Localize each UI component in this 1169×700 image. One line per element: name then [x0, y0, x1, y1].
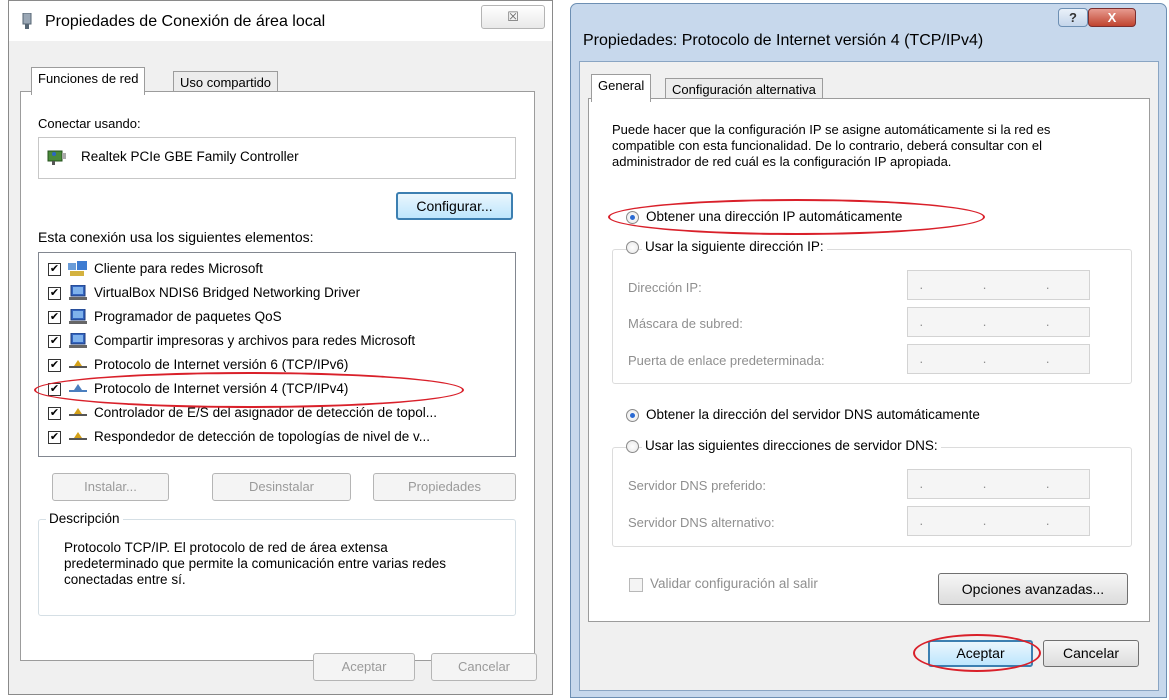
item-checkbox[interactable]: ✔	[48, 431, 61, 444]
list-item[interactable]: ✔ VirtualBox NDIS6 Bridged Networking Dr…	[39, 282, 515, 304]
list-item[interactable]: ✔ Compartir impresoras y archivos para r…	[39, 330, 515, 352]
list-item[interactable]: ✔ Cliente para redes Microsoft	[39, 258, 515, 280]
connect-using-label: Conectar usando:	[38, 116, 141, 131]
cancel-button[interactable]: Cancelar	[1043, 640, 1139, 667]
protocol-icon	[68, 357, 90, 373]
protocol-icon	[68, 381, 90, 397]
validate-label: Validar configuración al salir	[650, 576, 818, 591]
components-list: ✔ Cliente para redes Microsoft ✔ Virtual…	[38, 252, 516, 457]
item-checkbox[interactable]: ✔	[48, 407, 61, 420]
protocol-icon	[68, 405, 90, 421]
alternate-dns-label: Servidor DNS alternativo:	[628, 515, 775, 530]
manual-dns-radio[interactable]	[626, 440, 639, 453]
intro-text: Puede hacer que la configuración IP se a…	[612, 122, 1051, 169]
adapter-box: Realtek PCIe GBE Family Controller	[38, 137, 516, 179]
ok-button[interactable]: Aceptar	[313, 653, 415, 681]
item-label: VirtualBox NDIS6 Bridged Networking Driv…	[94, 285, 361, 300]
item-label: Respondedor de detección de topologías d…	[94, 429, 430, 444]
auto-dns-label[interactable]: Obtener la dirección del servidor DNS au…	[646, 407, 980, 422]
list-item[interactable]: ✔ Respondedor de detección de topologías…	[39, 426, 515, 448]
service-icon	[68, 308, 90, 325]
uninstall-button[interactable]: Desinstalar	[212, 473, 351, 501]
elements-label: Esta conexión usa los siguientes element…	[38, 229, 314, 245]
gateway-value: . . .	[919, 351, 1078, 366]
item-label: Programador de paquetes QoS	[94, 309, 282, 324]
preferred-dns-input[interactable]: . . .	[907, 469, 1090, 499]
subnet-mask-value: . . .	[919, 314, 1078, 329]
manual-ip-radio[interactable]	[626, 241, 639, 254]
item-checkbox[interactable]: ✔	[48, 263, 61, 276]
tab-general[interactable]: General	[591, 74, 652, 102]
protocol-icon	[68, 429, 90, 445]
adapter-name: Realtek PCIe GBE Family Controller	[81, 149, 299, 164]
ip-address-label: Dirección IP:	[628, 280, 702, 295]
help-button[interactable]: ?	[1058, 8, 1088, 27]
subnet-mask-input[interactable]: . . .	[907, 307, 1090, 337]
list-item[interactable]: ✔ Protocolo de Internet versión 4 (TCP/I…	[39, 378, 515, 400]
gateway-input[interactable]: . . .	[907, 344, 1090, 374]
gateway-label: Puerta de enlace predeterminada:	[628, 353, 825, 368]
subnet-mask-label: Máscara de subred:	[628, 316, 743, 331]
preferred-dns-value: . . .	[919, 476, 1078, 491]
item-label: Compartir impresoras y archivos para red…	[94, 333, 416, 348]
item-checkbox[interactable]: ✔	[48, 359, 61, 372]
item-checkbox[interactable]: ✔	[48, 335, 61, 348]
item-label: Cliente para redes Microsoft	[94, 261, 263, 276]
item-checkbox[interactable]: ✔	[48, 287, 61, 300]
configure-button[interactable]: Configurar...	[396, 192, 513, 220]
alternate-dns-value: . . .	[919, 513, 1078, 528]
item-label: Protocolo de Internet versión 4 (TCP/IPv…	[94, 381, 349, 396]
close-button[interactable]: ☒	[481, 5, 545, 29]
auto-dns-radio[interactable]	[626, 409, 639, 422]
description-text: Protocolo TCP/IP. El protocolo de red de…	[64, 540, 446, 587]
item-checkbox[interactable]: ✔	[48, 311, 61, 324]
network-card-icon	[47, 148, 67, 169]
list-item[interactable]: ✔ Programador de paquetes QoS	[39, 306, 515, 328]
close-button[interactable]: X	[1088, 8, 1136, 27]
window-title: Propiedades de Conexión de área local	[45, 13, 326, 30]
properties-button[interactable]: Propiedades	[373, 473, 516, 501]
ok-button[interactable]: Aceptar	[928, 640, 1033, 667]
advanced-options-button[interactable]: Opciones avanzadas...	[938, 573, 1128, 605]
auto-ip-radio[interactable]	[626, 211, 639, 224]
item-label: Protocolo de Internet versión 6 (TCP/IPv…	[94, 357, 349, 372]
item-checkbox[interactable]: ✔	[48, 383, 61, 396]
cancel-button[interactable]: Cancelar	[431, 653, 537, 681]
preferred-dns-label: Servidor DNS preferido:	[628, 478, 766, 493]
manual-ip-label[interactable]: Usar la siguiente dirección IP:	[642, 239, 827, 254]
auto-ip-label[interactable]: Obtener una dirección IP automáticamente	[646, 209, 902, 224]
install-button[interactable]: Instalar...	[52, 473, 169, 501]
ip-address-value: . . .	[919, 277, 1078, 292]
description-legend: Descripción	[46, 511, 123, 526]
service-icon	[68, 284, 90, 301]
window-title: Propiedades: Protocolo de Internet versi…	[583, 32, 984, 49]
service-icon	[68, 332, 90, 349]
list-item[interactable]: ✔ Controlador de E/S del asignador de de…	[39, 402, 515, 424]
ip-address-input[interactable]: . . .	[907, 270, 1090, 300]
manual-dns-label[interactable]: Usar las siguientes direcciones de servi…	[642, 438, 941, 453]
alternate-dns-input[interactable]: . . .	[907, 506, 1090, 536]
network-adapter-icon	[21, 12, 33, 29]
list-item[interactable]: ✔ Protocolo de Internet versión 6 (TCP/I…	[39, 354, 515, 376]
network-client-icon	[68, 261, 90, 277]
tab-network-functions[interactable]: Funciones de red	[31, 67, 146, 95]
validate-checkbox[interactable]	[629, 578, 643, 592]
item-label: Controlador de E/S del asignador de dete…	[94, 405, 437, 420]
